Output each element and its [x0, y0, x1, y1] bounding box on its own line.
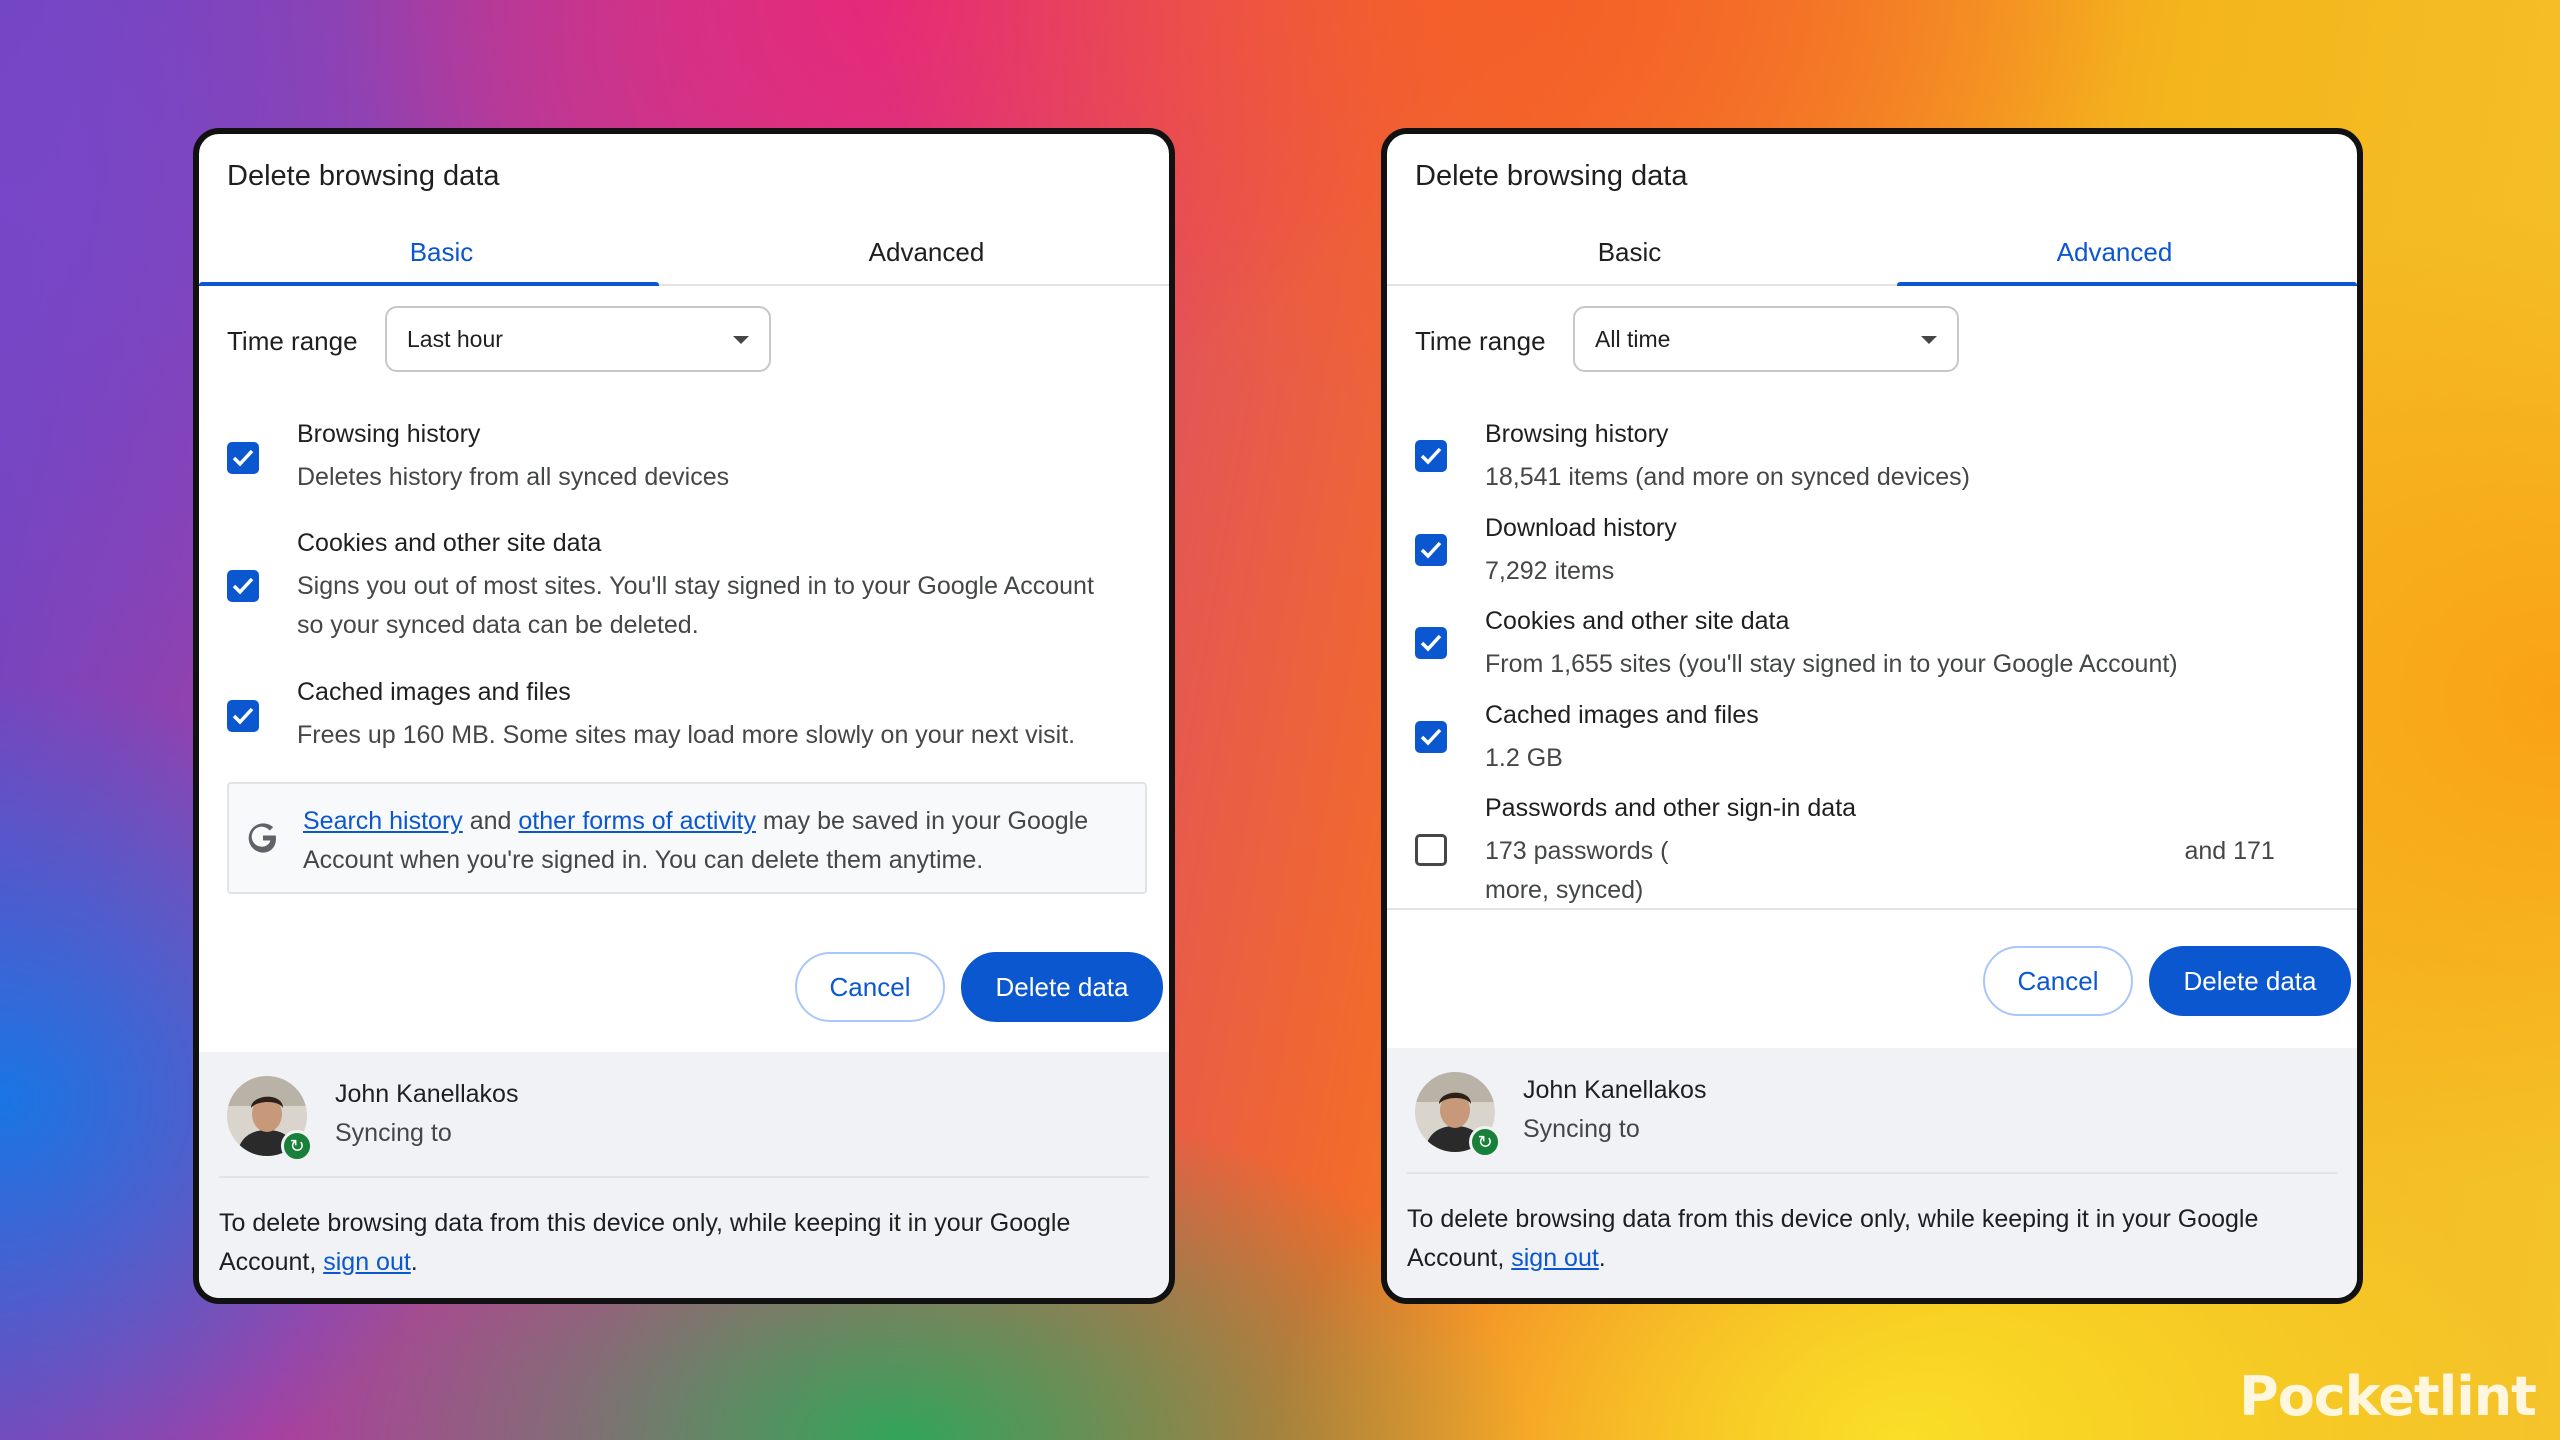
active-tab-indicator — [1897, 282, 2357, 286]
checkmark-icon — [232, 577, 254, 595]
checkbox-download-history[interactable] — [1415, 534, 1447, 566]
dropdown-arrow-icon — [733, 336, 749, 344]
checkmark-icon — [1420, 728, 1442, 746]
other-activity-link[interactable]: other forms of activity — [518, 807, 756, 835]
tab-advanced[interactable]: Advanced — [1872, 224, 2357, 286]
passwords-synced-text: more, synced) — [1485, 876, 1644, 904]
sign-out-link[interactable]: sign out — [323, 1248, 411, 1276]
tab-basic-label: Basic — [409, 237, 474, 267]
footer-divider — [219, 1176, 1149, 1178]
sign-out-link[interactable]: sign out — [1511, 1244, 1599, 1272]
sign-out-notice-end: . — [410, 1248, 418, 1276]
dropdown-arrow-icon — [1921, 336, 1937, 344]
checkbox-cached-images[interactable] — [1415, 721, 1447, 753]
time-range-value: Last hour — [407, 326, 503, 352]
checkmark-icon — [1420, 634, 1442, 652]
option-title: Browsing history — [297, 420, 481, 448]
checkmark-icon — [1420, 447, 1442, 465]
google-activity-notice: Search history and other forms of activi… — [227, 782, 1147, 894]
dialog-title: Delete browsing data — [1415, 160, 1688, 192]
search-history-link[interactable]: Search history — [303, 807, 463, 835]
sync-status: Syncing to — [335, 1119, 452, 1147]
checkmark-icon — [1420, 541, 1442, 559]
option-title: Download history — [1485, 514, 1677, 542]
tab-basic[interactable]: Basic — [1387, 224, 1872, 284]
delete-browsing-data-dialog-basic: Delete browsing data Basic Advanced Time… — [193, 128, 1175, 1304]
time-range-select[interactable]: All time — [1573, 306, 1959, 372]
account-footer: ↻ John Kanellakos Syncing to To delete b… — [1387, 1048, 2357, 1298]
activity-notice-text: Search history and other forms of activi… — [303, 802, 1133, 880]
google-g-icon — [248, 823, 276, 853]
option-description: Signs you out of most sites. You'll stay… — [297, 572, 1094, 639]
option-title: Cached images and files — [297, 678, 571, 706]
time-range-value: All time — [1595, 326, 1671, 352]
option-description: 7,292 items — [1485, 557, 1615, 585]
passwords-more-text: and 171 — [2184, 837, 2275, 865]
pocketlint-watermark: Pocketlint — [2239, 1365, 2537, 1428]
sync-icon: ↻ — [281, 1130, 313, 1162]
option-description: 18,541 items (and more on synced devices… — [1485, 463, 1970, 491]
option-description: Frees up 160 MB. Some sites may load mor… — [297, 721, 1076, 749]
option-description: From 1,655 sites (you'll stay signed in … — [1485, 650, 2178, 678]
cancel-button[interactable]: Cancel — [1983, 946, 2133, 1016]
user-name: John Kanellakos — [1523, 1076, 1707, 1104]
checkbox-passwords[interactable] — [1415, 834, 1447, 866]
option-title: Passwords and other sign-in data — [1485, 794, 1857, 822]
checkbox-cookies[interactable] — [1415, 627, 1447, 659]
sync-icon: ↻ — [1469, 1126, 1501, 1158]
options-divider — [1387, 908, 2357, 910]
checkbox-browsing-history[interactable] — [1415, 440, 1447, 472]
notice-text-connector: and — [462, 807, 519, 835]
delete-browsing-data-dialog-advanced: Delete browsing data Basic Advanced Time… — [1381, 128, 2363, 1304]
tab-basic[interactable]: Basic — [199, 224, 684, 286]
option-title: Cached images and files — [1485, 701, 1759, 729]
option-title: Cookies and other site data — [297, 529, 602, 557]
tab-advanced-label: Advanced — [2056, 237, 2173, 267]
delete-data-button[interactable]: Delete data — [2149, 946, 2351, 1016]
footer-divider — [1407, 1172, 2337, 1174]
dialog-title: Delete browsing data — [227, 160, 500, 192]
passwords-count-text: 173 passwords ( — [1485, 837, 1669, 865]
checkbox-cookies[interactable] — [227, 570, 259, 602]
time-range-label: Time range — [227, 326, 358, 356]
tab-advanced-label: Advanced — [868, 237, 985, 267]
option-description: 173 passwords ( and 171 more, synced) — [1485, 832, 2285, 910]
user-name: John Kanellakos — [335, 1080, 519, 1108]
sign-out-notice: To delete browsing data from this device… — [219, 1204, 1149, 1282]
checkbox-cached-images[interactable] — [227, 700, 259, 732]
tab-advanced[interactable]: Advanced — [684, 224, 1169, 284]
cancel-button[interactable]: Cancel — [795, 952, 945, 1022]
sync-status: Syncing to — [1523, 1115, 1640, 1143]
checkmark-icon — [232, 449, 254, 467]
delete-data-button[interactable]: Delete data — [961, 952, 1163, 1022]
time-range-select[interactable]: Last hour — [385, 306, 771, 372]
active-tab-indicator — [199, 282, 659, 286]
sign-out-notice: To delete browsing data from this device… — [1407, 1200, 2337, 1278]
option-title: Cookies and other site data — [1485, 607, 1790, 635]
option-description: 1.2 GB — [1485, 744, 1563, 772]
tab-bar: Basic Advanced — [1387, 224, 2357, 286]
tab-basic-label: Basic — [1597, 237, 1662, 267]
option-title: Browsing history — [1485, 420, 1669, 448]
sign-out-notice-end: . — [1598, 1244, 1606, 1272]
tab-bar: Basic Advanced — [199, 224, 1169, 286]
time-range-label: Time range — [1415, 326, 1546, 356]
option-description: Deletes history from all synced devices — [297, 463, 730, 491]
account-footer: ↻ John Kanellakos Syncing to To delete b… — [199, 1052, 1169, 1298]
checkmark-icon — [232, 707, 254, 725]
checkbox-browsing-history[interactable] — [227, 442, 259, 474]
